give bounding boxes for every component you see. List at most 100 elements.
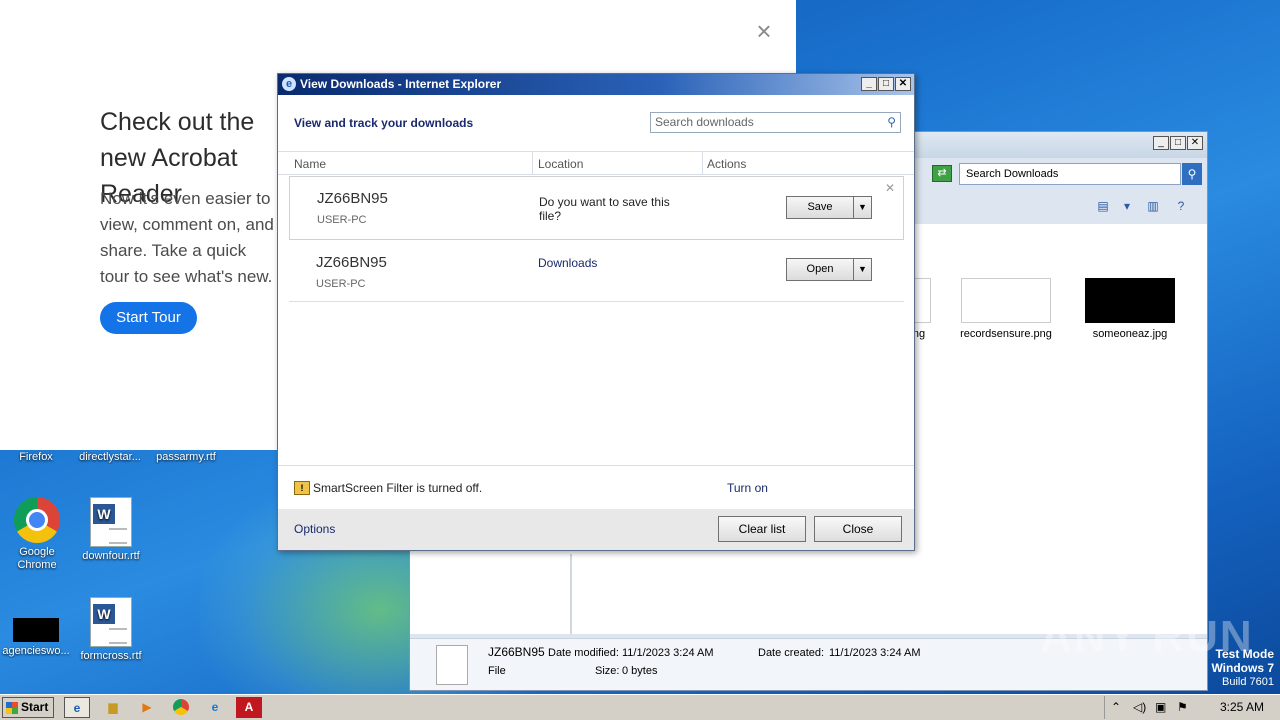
- turn-on-link[interactable]: Turn on: [727, 481, 768, 495]
- start-button[interactable]: Start: [2, 697, 54, 718]
- desktop-icon-label: passarmy.rtf: [156, 451, 216, 463]
- remove-icon[interactable]: ✕: [885, 181, 895, 195]
- clock[interactable]: 3:25 AM: [1220, 700, 1264, 714]
- download-location-link[interactable]: Downloads: [538, 256, 688, 270]
- dialog-title: View Downloads - Internet Explorer: [300, 77, 502, 91]
- pane-splitter[interactable]: [570, 554, 572, 634]
- row-divider: [289, 301, 904, 302]
- dialog-footer: Options Clear list Close: [278, 509, 914, 550]
- word-document-icon: [90, 597, 132, 647]
- column-headers: Name Location Actions: [278, 151, 914, 175]
- smartscreen-bar: ! SmartScreen Filter is turned off. Turn…: [278, 465, 914, 508]
- desktop-icon-label: downfour.rtf: [82, 550, 140, 562]
- chevron-down-icon[interactable]: ▼: [853, 259, 871, 280]
- download-file-name: JZ66BN95: [317, 190, 388, 207]
- file-item[interactable]: recordsensure.png: [956, 278, 1056, 340]
- maximize-icon[interactable]: □: [878, 77, 894, 91]
- search-icon[interactable]: ⚲: [887, 113, 896, 132]
- desktop-icon-directlystar[interactable]: directlystar...: [74, 451, 146, 464]
- file-thumbnail: [961, 278, 1051, 323]
- desktop-icon-label: Google Chrome: [17, 546, 57, 571]
- file-name: recordsensure.png: [960, 328, 1052, 340]
- desktop-icon-label: Firefox: [19, 451, 53, 463]
- desktop-icon-firefox[interactable]: Firefox: [0, 451, 72, 464]
- save-split-button[interactable]: Save ▼: [786, 196, 872, 219]
- column-actions[interactable]: Actions: [707, 157, 746, 171]
- smartscreen-text: SmartScreen Filter is turned off.: [313, 481, 483, 495]
- preview-pane-icon[interactable]: ▥: [1145, 198, 1161, 214]
- download-row[interactable]: JZ66BN95 USER-PC Downloads Open ▼: [289, 241, 904, 305]
- details-file-type: File: [488, 665, 506, 677]
- details-created-value: 11/1/2023 3:24 AM: [829, 647, 921, 659]
- file-name: someoneaz.jpg: [1092, 328, 1168, 340]
- chevron-down-icon[interactable]: ▼: [853, 197, 871, 218]
- action-center-flag-icon[interactable]: ⚑: [1177, 700, 1188, 714]
- chrome-taskbar-icon[interactable]: [168, 697, 194, 718]
- options-link[interactable]: Options: [294, 522, 335, 536]
- internet-explorer-taskbar-icon[interactable]: e: [64, 697, 90, 718]
- desktop-icon-downfour[interactable]: downfour.rtf: [75, 497, 147, 563]
- test-mode-label: Test Mode Windows 7 Build 7601: [1211, 647, 1274, 689]
- desktop-icon-passarmy[interactable]: passarmy.rtf: [150, 451, 222, 464]
- build-line: Build 7601: [1222, 676, 1274, 688]
- download-row[interactable]: JZ66BN95 USER-PC Do you want to save thi…: [289, 176, 904, 240]
- save-button[interactable]: Save: [787, 197, 853, 218]
- desktop-icon-label: directlystar...: [79, 451, 141, 463]
- image-thumbnail-icon: [13, 618, 59, 642]
- search-icon[interactable]: ⚲: [1182, 163, 1202, 185]
- desktop-icon-chrome[interactable]: Google Chrome: [1, 497, 73, 572]
- download-host: USER-PC: [317, 214, 367, 226]
- start-label: Start: [21, 700, 49, 714]
- chevron-down-icon[interactable]: ▾: [1119, 198, 1135, 214]
- refresh-icon[interactable]: ⇄: [932, 165, 952, 182]
- column-location[interactable]: Location: [538, 157, 583, 171]
- file-thumbnail: [1085, 278, 1175, 323]
- desktop-icon-agencies[interactable]: agencieswo...: [0, 604, 72, 658]
- maximize-icon[interactable]: □: [1170, 136, 1186, 150]
- volume-icon[interactable]: ◁): [1133, 700, 1146, 714]
- desktop-icon-formcross[interactable]: formcross.rtf: [75, 597, 147, 663]
- open-split-button[interactable]: Open ▼: [786, 258, 872, 281]
- open-button[interactable]: Open: [787, 259, 853, 280]
- word-document-icon: [90, 497, 132, 547]
- dialog-titlebar[interactable]: e View Downloads - Internet Explorer _ □…: [278, 74, 914, 95]
- internet-explorer-icon: e: [282, 77, 296, 91]
- download-host: USER-PC: [316, 278, 366, 290]
- search-input[interactable]: Search Downloads: [959, 163, 1181, 185]
- details-modified-label: Date modified:: [548, 647, 619, 659]
- media-player-taskbar-icon[interactable]: ▶: [134, 697, 160, 718]
- promo-body: Now it's even easier to view, comment on…: [100, 189, 274, 286]
- system-tray: ⌃ ◁) ▣ ⚑ 3:25 AM: [1104, 696, 1280, 719]
- help-icon[interactable]: ?: [1173, 198, 1189, 214]
- download-location: Do you want to save this file?: [539, 195, 670, 223]
- close-button[interactable]: Close: [814, 516, 902, 542]
- edge-taskbar-icon[interactable]: e: [202, 697, 228, 718]
- search-placeholder: Search downloads: [655, 115, 754, 129]
- windows-version-line: Windows 7: [1211, 661, 1274, 675]
- search-downloads-input[interactable]: Search downloads ⚲: [650, 112, 901, 133]
- chrome-icon: [173, 699, 189, 715]
- chevron-up-icon[interactable]: ⌃: [1111, 700, 1121, 714]
- close-icon[interactable]: ×: [752, 18, 776, 44]
- clear-list-button[interactable]: Clear list: [718, 516, 806, 542]
- close-icon[interactable]: ✕: [895, 77, 911, 91]
- view-icon[interactable]: ▤: [1095, 198, 1111, 214]
- warning-shield-icon: !: [294, 481, 310, 495]
- column-divider[interactable]: [532, 152, 533, 175]
- close-icon[interactable]: ✕: [1187, 136, 1203, 150]
- start-tour-button[interactable]: Start Tour: [100, 302, 197, 334]
- acrobat-taskbar-icon[interactable]: A: [236, 697, 262, 718]
- desktop-icon-label: agencieswo...: [2, 645, 70, 657]
- file-icon: [436, 645, 468, 685]
- file-item[interactable]: someoneaz.jpg: [1080, 278, 1180, 340]
- network-icon[interactable]: ▣: [1155, 700, 1166, 714]
- desktop-icon-label: formcross.rtf: [80, 650, 142, 662]
- taskbar: Start e ▆ ▶ e A ⌃ ◁) ▣ ⚑ 3:25 AM: [0, 694, 1280, 720]
- column-divider[interactable]: [702, 152, 703, 175]
- view-downloads-dialog: e View Downloads - Internet Explorer _ □…: [277, 73, 915, 551]
- minimize-icon[interactable]: _: [1153, 136, 1169, 150]
- minimize-icon[interactable]: _: [861, 77, 877, 91]
- folder-taskbar-icon[interactable]: ▆: [100, 697, 126, 718]
- details-created-label: Date created:: [758, 647, 825, 659]
- column-name[interactable]: Name: [294, 157, 326, 171]
